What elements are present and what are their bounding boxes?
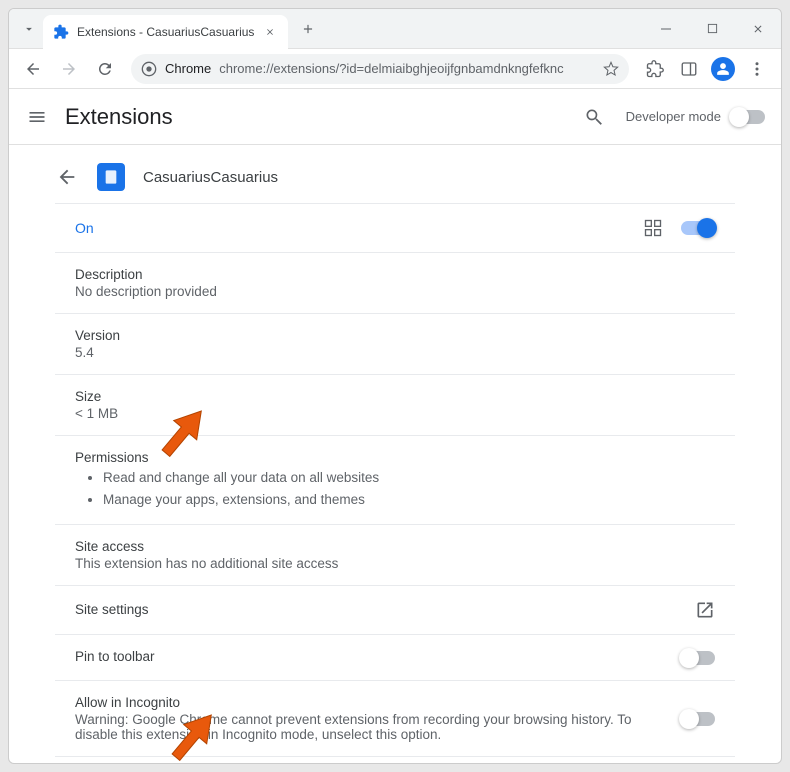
menu-hamburger-icon[interactable] [25, 105, 49, 129]
pin-to-toolbar-label: Pin to toolbar [75, 649, 155, 664]
developer-mode-row: Developer mode [626, 109, 765, 124]
site-access-value: This extension has no additional site ac… [75, 556, 715, 571]
description-section: Description No description provided [55, 252, 735, 313]
incognito-warning: Warning: Google Chrome cannot prevent ex… [75, 712, 665, 742]
permissions-label: Permissions [75, 450, 715, 465]
maximize-button[interactable] [689, 9, 735, 49]
developer-mode-toggle[interactable] [731, 110, 765, 124]
tab-search-dropdown[interactable] [15, 15, 43, 43]
developer-mode-label: Developer mode [626, 109, 721, 124]
extension-detail-card: CasuariusCasuarius On Description No des… [55, 157, 735, 763]
browser-window: Extensions - CasuariusCasuarius Chrome c… [8, 8, 782, 764]
detail-header: CasuariusCasuarius [55, 157, 735, 203]
permission-item: Manage your apps, extensions, and themes [103, 489, 715, 511]
grid-view-icon[interactable] [643, 218, 663, 238]
extension-enabled-toggle[interactable] [681, 221, 715, 235]
search-extensions-button[interactable] [578, 101, 610, 133]
source-section: Source Not from Chrome Web Store. [55, 756, 735, 763]
side-panel-button[interactable] [673, 53, 705, 85]
minimize-button[interactable] [643, 9, 689, 49]
on-section: On [55, 203, 735, 252]
site-access-section: Site access This extension has no additi… [55, 524, 735, 585]
titlebar: Extensions - CasuariusCasuarius [9, 9, 781, 49]
site-settings-label: Site settings [75, 602, 149, 617]
extension-name: CasuariusCasuarius [143, 169, 278, 186]
version-section: Version 5.4 [55, 313, 735, 374]
profile-avatar[interactable] [707, 53, 739, 85]
page-title: Extensions [65, 104, 562, 130]
address-bar[interactable]: Chrome chrome://extensions/?id=delmiaibg… [131, 54, 629, 84]
page-content: Extensions Developer mode CasuariusCasua… [9, 89, 781, 763]
open-in-new-icon[interactable] [695, 600, 715, 620]
extensions-puzzle-button[interactable] [639, 53, 671, 85]
content-scroll-area[interactable]: CasuariusCasuarius On Description No des… [9, 145, 781, 763]
description-value: No description provided [75, 284, 715, 299]
tab-title: Extensions - CasuariusCasuarius [77, 25, 254, 39]
extension-app-icon [97, 163, 125, 191]
toolbar: Chrome chrome://extensions/?id=delmiaibg… [9, 49, 781, 89]
reload-button[interactable] [89, 53, 121, 85]
url-scheme-label: Chrome [165, 61, 211, 76]
permissions-section: Permissions Read and change all your dat… [55, 435, 735, 524]
description-label: Description [75, 267, 715, 282]
pin-to-toolbar-toggle[interactable] [681, 651, 715, 665]
incognito-toggle[interactable] [681, 712, 715, 726]
forward-button[interactable] [53, 53, 85, 85]
incognito-section: Allow in Incognito Warning: Google Chrom… [55, 680, 735, 756]
back-button[interactable] [17, 53, 49, 85]
url-text: chrome://extensions/?id=delmiaibghjeoijf… [219, 61, 595, 76]
bookmark-star-icon[interactable] [603, 61, 619, 77]
back-to-extensions-button[interactable] [55, 165, 79, 189]
browser-tab[interactable]: Extensions - CasuariusCasuarius [43, 15, 288, 49]
on-status-label: On [75, 220, 94, 236]
extensions-page-header: Extensions Developer mode [9, 89, 781, 145]
permissions-list: Read and change all your data on all web… [75, 467, 715, 510]
site-access-label: Site access [75, 539, 715, 554]
incognito-label: Allow in Incognito [75, 695, 665, 710]
chrome-logo-icon [141, 61, 157, 77]
new-tab-button[interactable] [294, 15, 322, 43]
version-value: 5.4 [75, 345, 715, 360]
size-section: Size < 1 MB [55, 374, 735, 435]
size-value: < 1 MB [75, 406, 715, 421]
window-controls [643, 9, 781, 49]
pin-to-toolbar-section: Pin to toolbar [55, 634, 735, 680]
permission-item: Read and change all your data on all web… [103, 467, 715, 489]
extension-puzzle-icon [53, 24, 69, 40]
size-label: Size [75, 389, 715, 404]
kebab-menu-button[interactable] [741, 53, 773, 85]
tab-close-button[interactable] [262, 24, 278, 40]
version-label: Version [75, 328, 715, 343]
site-settings-section[interactable]: Site settings [55, 585, 735, 634]
close-window-button[interactable] [735, 9, 781, 49]
